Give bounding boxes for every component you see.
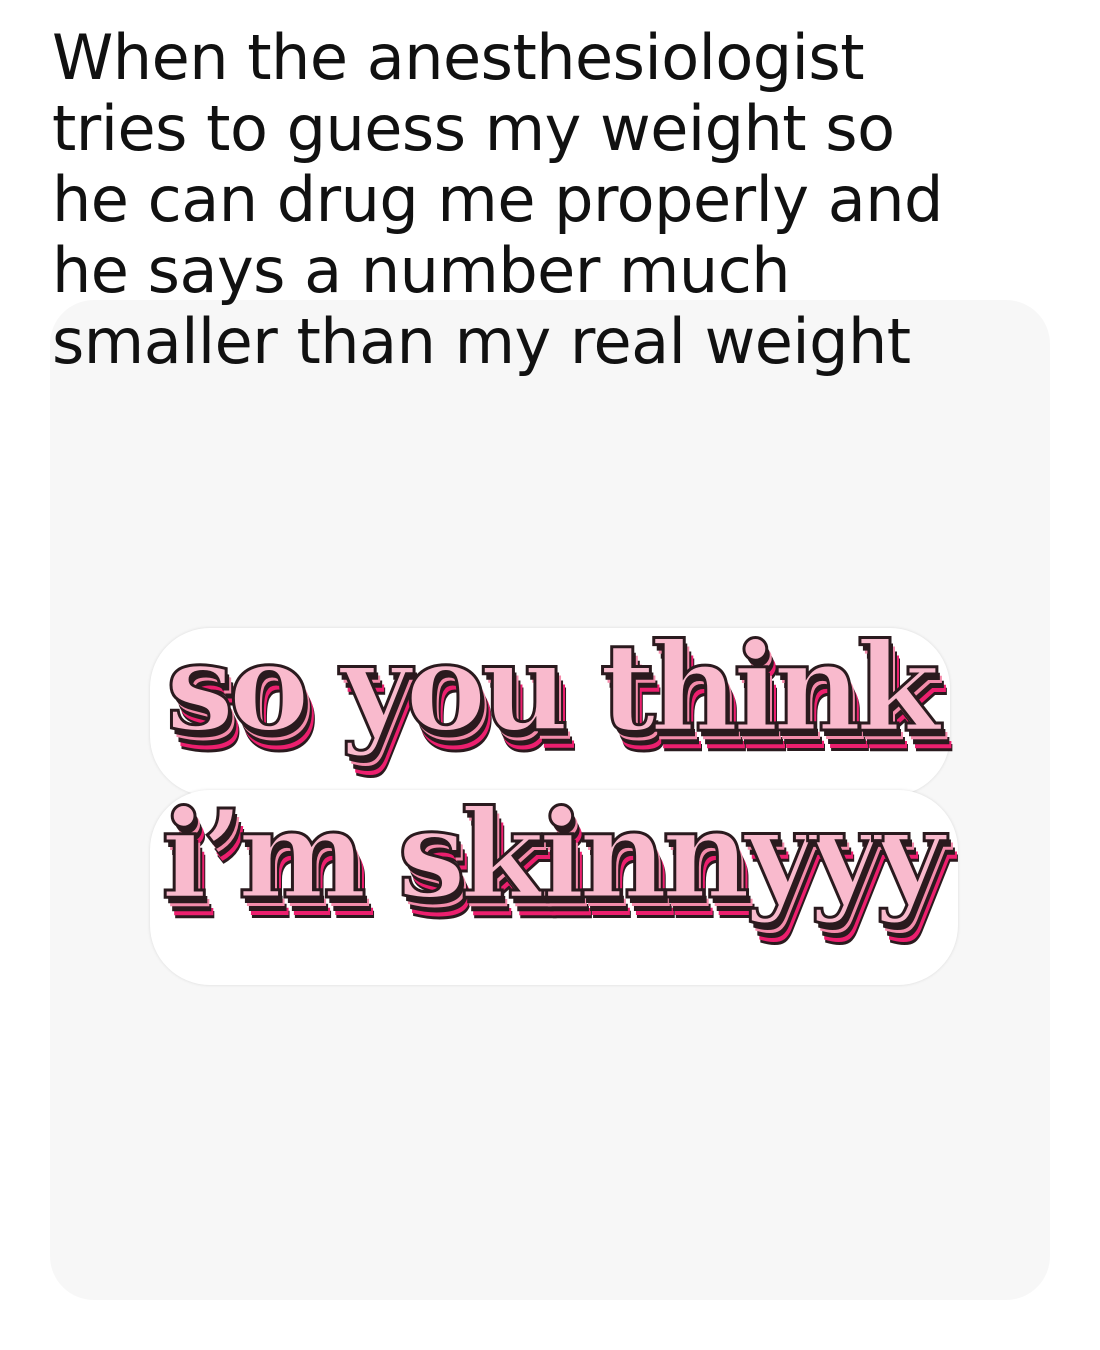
caption-line: he can drug me properly and (52, 163, 943, 236)
meme-caption: When the anesthesiologist tries to guess… (52, 22, 1072, 377)
caption-line: he says a number much (52, 234, 791, 307)
sticker-text-line1: so you think (164, 614, 942, 761)
caption-line: smaller than my real weight (52, 305, 911, 378)
sticker-text-line2: i’m skinnyyy (159, 781, 946, 928)
caption-line: When the anesthesiologist (52, 21, 865, 94)
caption-line: tries to guess my weight so (52, 92, 895, 165)
